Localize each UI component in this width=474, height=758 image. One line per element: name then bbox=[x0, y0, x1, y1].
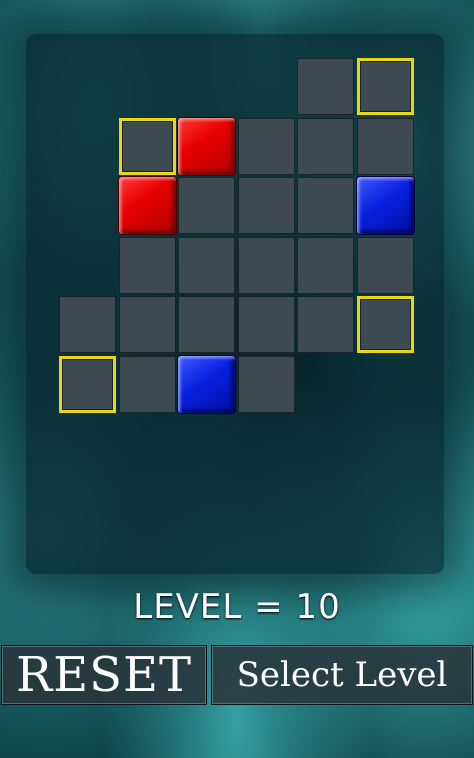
board-cell[interactable] bbox=[357, 237, 414, 294]
board-cell[interactable] bbox=[119, 237, 176, 294]
board-cell[interactable] bbox=[357, 118, 414, 175]
board-cell[interactable] bbox=[178, 237, 235, 294]
level-indicator: LEVEL = 10 bbox=[133, 587, 341, 627]
board-cell[interactable] bbox=[238, 177, 295, 234]
target-cell[interactable] bbox=[59, 356, 116, 413]
target-cell[interactable] bbox=[357, 58, 414, 115]
board-cell[interactable] bbox=[238, 237, 295, 294]
blue-block[interactable] bbox=[178, 356, 235, 413]
target-cell[interactable] bbox=[119, 118, 176, 175]
blue-block-cell[interactable] bbox=[178, 356, 235, 413]
red-block-cell[interactable] bbox=[178, 118, 235, 175]
board-cell[interactable] bbox=[119, 356, 176, 413]
board-cell[interactable] bbox=[297, 58, 354, 115]
blue-block[interactable] bbox=[357, 177, 414, 234]
blue-block-cell[interactable] bbox=[357, 177, 414, 234]
red-block-cell[interactable] bbox=[119, 177, 176, 234]
board-cell[interactable] bbox=[178, 296, 235, 353]
select-level-button[interactable]: Select Level bbox=[212, 646, 472, 704]
board-cell[interactable] bbox=[297, 296, 354, 353]
board-cell[interactable] bbox=[297, 118, 354, 175]
board-cell[interactable] bbox=[238, 356, 295, 413]
board-cell[interactable] bbox=[297, 237, 354, 294]
red-block[interactable] bbox=[119, 177, 176, 234]
board-cell[interactable] bbox=[238, 296, 295, 353]
board-cell[interactable] bbox=[238, 118, 295, 175]
board-cell[interactable] bbox=[297, 177, 354, 234]
target-cell[interactable] bbox=[357, 296, 414, 353]
board-cell[interactable] bbox=[178, 177, 235, 234]
board-cell[interactable] bbox=[59, 296, 116, 353]
red-block[interactable] bbox=[178, 118, 235, 175]
board-cell[interactable] bbox=[119, 296, 176, 353]
reset-button[interactable]: RESET bbox=[2, 646, 206, 704]
